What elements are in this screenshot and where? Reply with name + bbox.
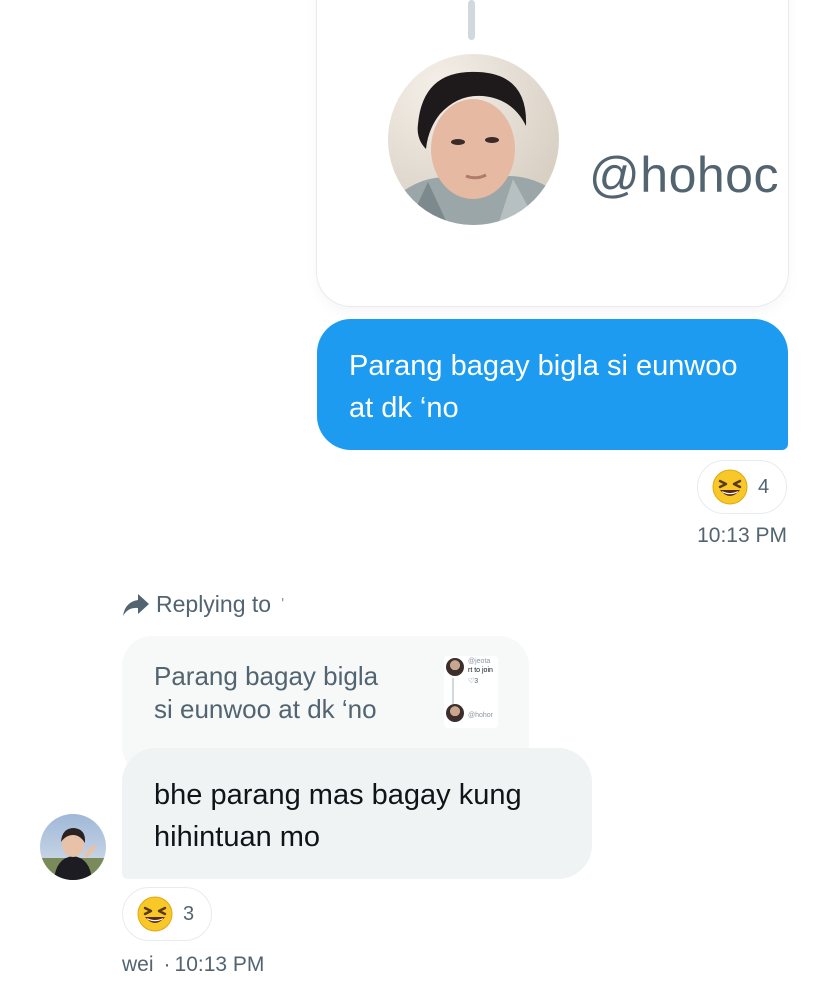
shared-profile-avatar[interactable] xyxy=(388,54,559,225)
grinning-squinting-face-icon xyxy=(137,896,173,932)
thumb-text-likes: ♡3 xyxy=(468,678,479,685)
thumb-avatar-top xyxy=(446,658,464,676)
received-message-meta: wei · 10:13 PM xyxy=(122,953,264,977)
quoted-message-text: Parang bagay bigla si eunwoo at dk ‘no xyxy=(154,661,379,724)
sender-name: wei xyxy=(122,953,154,976)
sent-message-reaction[interactable]: 4 xyxy=(697,460,787,514)
thumb-text-body: rt to join xyxy=(468,667,493,674)
meta-separator: · xyxy=(163,953,171,976)
thumb-thread-line xyxy=(452,678,454,704)
thumb-text-handle: @jeota xyxy=(468,658,491,665)
shared-profile-handle: @hohoc xyxy=(589,147,779,203)
thumb-text-handle-bottom: @hohor xyxy=(468,712,494,719)
received-reaction-count: 3 xyxy=(183,902,195,925)
sender-avatar[interactable] xyxy=(40,814,106,880)
sent-reaction-count: 4 xyxy=(758,475,770,498)
thread-connector-line xyxy=(468,0,475,40)
replying-to-target: ' xyxy=(281,595,285,613)
thumb-avatar-bottom xyxy=(446,704,464,722)
received-message-bubble[interactable]: bhe parang mas bagay kung hihintuan mo xyxy=(122,748,592,879)
shared-profile-card[interactable]: @hohoc xyxy=(317,0,788,306)
received-message-reaction[interactable]: 3 xyxy=(122,887,212,941)
quoted-media-thumbnail: @jeota rt to join ♡3 @hohor xyxy=(444,656,498,728)
received-message-timestamp: 10:13 PM xyxy=(174,953,265,976)
sent-message-timestamp: 10:13 PM xyxy=(697,524,787,547)
replying-to-row[interactable]: Replying to ' xyxy=(122,591,284,618)
sent-message-bubble[interactable]: Parang bagay bigla si eunwoo at dk ‘no xyxy=(317,319,788,450)
replying-to-label: Replying to xyxy=(156,591,272,617)
grinning-squinting-face-icon xyxy=(712,469,748,505)
reply-arrow-icon xyxy=(123,593,149,616)
